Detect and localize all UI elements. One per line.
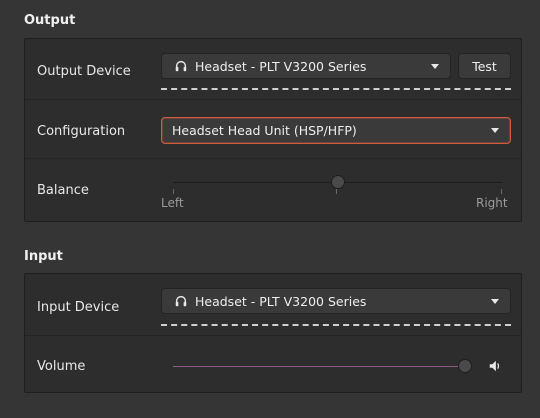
configuration-value: Headset Head Unit (HSP/HFP) (172, 123, 357, 138)
input-device-value: Headset - PLT V3200 Series (195, 293, 367, 309)
row-divider (25, 335, 521, 336)
test-button[interactable]: Test (458, 53, 511, 79)
balance-tick-right (501, 189, 502, 194)
chevron-down-icon (491, 299, 499, 304)
balance-left-label: Left (161, 196, 184, 210)
chevron-down-icon (491, 128, 499, 133)
headset-icon (175, 295, 187, 307)
balance-right-label: Right (476, 196, 508, 210)
balance-tick-left (173, 189, 174, 194)
output-panel: Output Device Headset - PLT V3200 Series… (24, 38, 522, 222)
headset-icon (175, 60, 187, 72)
input-panel: Input Device Headset - PLT V3200 Series … (24, 273, 522, 393)
speaker-volume-icon[interactable] (488, 359, 502, 373)
output-device-dropdown[interactable]: Headset - PLT V3200 Series (161, 53, 451, 79)
configuration-label: Configuration (37, 124, 126, 139)
volume-slider-handle[interactable] (458, 359, 472, 373)
balance-tick-center (336, 189, 337, 194)
row-divider (25, 99, 521, 100)
input-device-label: Input Device (37, 300, 120, 315)
chevron-down-icon (431, 64, 439, 69)
input-device-drop-indicator (161, 324, 511, 326)
output-section-title: Output (24, 13, 76, 28)
balance-slider-handle[interactable] (330, 175, 345, 189)
output-device-drop-indicator (161, 88, 511, 90)
balance-label: Balance (37, 183, 89, 198)
input-section-title: Input (24, 249, 63, 264)
output-device-value: Headset - PLT V3200 Series (195, 58, 367, 74)
output-device-label: Output Device (37, 64, 131, 79)
row-divider (25, 158, 521, 159)
volume-label: Volume (37, 359, 86, 374)
input-device-dropdown[interactable]: Headset - PLT V3200 Series (161, 288, 511, 314)
configuration-dropdown[interactable]: Headset Head Unit (HSP/HFP) (161, 117, 511, 144)
volume-slider-fill (173, 366, 465, 367)
